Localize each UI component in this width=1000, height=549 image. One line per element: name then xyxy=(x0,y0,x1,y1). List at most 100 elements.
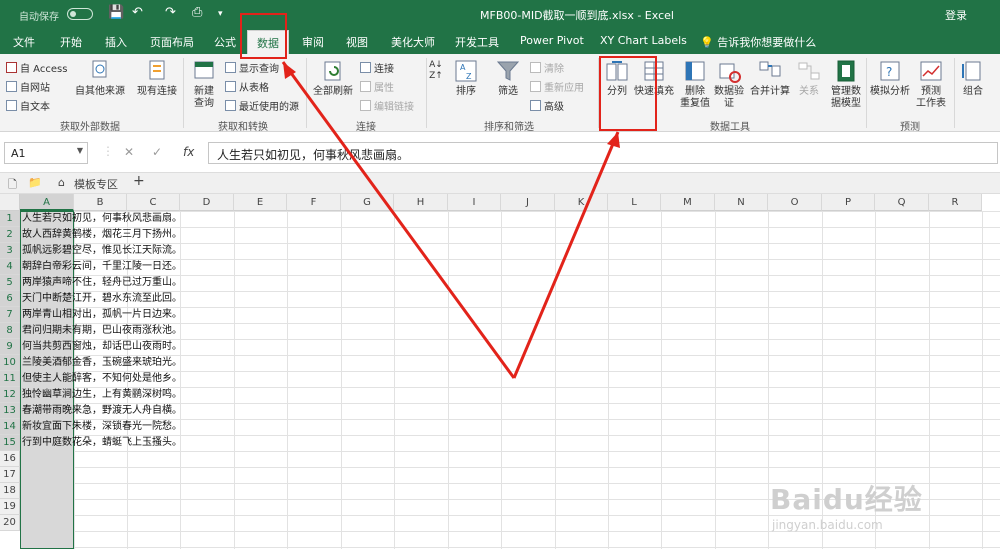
from-table-button[interactable]: 从表格 xyxy=(225,79,269,94)
cell-a10[interactable]: 兰陵美酒郁金香，玉碗盛来琥珀光。 xyxy=(22,355,182,371)
forecast-sheet-button[interactable]: 预测 工作表 xyxy=(912,58,950,110)
column-header-e[interactable]: E xyxy=(234,194,287,211)
column-header-c[interactable]: C xyxy=(127,194,180,211)
column-header-h[interactable]: H xyxy=(394,194,448,211)
customize-quick-access-icon[interactable]: ▾ xyxy=(218,9,223,19)
tab-file[interactable]: 文件 xyxy=(13,34,35,50)
row-header-8[interactable]: 8 xyxy=(0,323,20,339)
cell-a1[interactable]: 人生若只如初见，何事秋风悲画扇。 xyxy=(22,211,182,227)
formula-input[interactable]: 人生若只如初见，何事秋风悲画扇。 xyxy=(208,142,998,164)
existing-connections-button[interactable]: 现有连接 xyxy=(132,58,182,98)
row-header-1[interactable]: 1 xyxy=(0,211,20,227)
row-header-15[interactable]: 15 xyxy=(0,435,20,451)
tab-view[interactable]: 视图 xyxy=(346,34,368,50)
cell-a2[interactable]: 故人西辞黄鹤楼，烟花三月下扬州。 xyxy=(22,227,182,243)
column-header-m[interactable]: M xyxy=(661,194,715,211)
column-header-b[interactable]: B xyxy=(74,194,127,211)
save-icon[interactable]: 💾 xyxy=(108,5,124,20)
enter-icon[interactable]: ✓ xyxy=(152,145,162,159)
row-header-14[interactable]: 14 xyxy=(0,419,20,435)
sort-button[interactable]: AZ 排序 xyxy=(450,58,482,98)
from-other-sources-button[interactable]: 自其他来源 xyxy=(72,58,128,98)
new-file-icon[interactable]: 🗋 xyxy=(8,176,17,195)
cell-a15[interactable]: 行到中庭数花朵，蜻蜓飞上玉搔头。 xyxy=(22,435,182,451)
column-header-k[interactable]: K xyxy=(555,194,608,211)
row-header-11[interactable]: 11 xyxy=(0,371,20,387)
tab-beautify[interactable]: 美化大师 xyxy=(391,34,435,50)
row-header-3[interactable]: 3 xyxy=(0,243,20,259)
column-header-g[interactable]: G xyxy=(341,194,394,211)
row-header-20[interactable]: 20 xyxy=(0,515,20,531)
from-text-button[interactable]: 自文本 xyxy=(6,98,50,113)
row-header-7[interactable]: 7 xyxy=(0,307,20,323)
tab-power-pivot[interactable]: Power Pivot xyxy=(520,34,584,47)
connections-button[interactable]: 连接 xyxy=(360,60,394,75)
column-header-f[interactable]: F xyxy=(287,194,341,211)
cell-a7[interactable]: 两岸青山相对出，孤帆一片日边来。 xyxy=(22,307,182,323)
relationships-button[interactable]: 关系 xyxy=(794,58,824,98)
print-preview-icon[interactable]: ⎙ xyxy=(192,5,202,20)
cell-a3[interactable]: 孤帆远影碧空尽，惟见长江天际流。 xyxy=(22,243,182,259)
row-header-17[interactable]: 17 xyxy=(0,467,20,483)
column-header-r[interactable]: R xyxy=(929,194,982,211)
tab-page-layout[interactable]: 页面布局 xyxy=(150,34,194,50)
recent-sources-button[interactable]: 最近使用的源 xyxy=(225,98,299,113)
column-header-j[interactable]: J xyxy=(501,194,555,211)
row-header-10[interactable]: 10 xyxy=(0,355,20,371)
login-link[interactable]: 登录 xyxy=(945,7,967,23)
cell-a14[interactable]: 新妆宜面下朱楼，深锁春光一院愁。 xyxy=(22,419,182,435)
filter-button[interactable]: 筛选 xyxy=(492,58,524,98)
column-header-i[interactable]: I xyxy=(448,194,501,211)
row-header-6[interactable]: 6 xyxy=(0,291,20,307)
row-header-19[interactable]: 19 xyxy=(0,499,20,515)
manage-data-model-button[interactable]: 管理数 据模型 xyxy=(826,58,866,110)
from-access-button[interactable]: 自 Access xyxy=(6,60,67,75)
row-header-16[interactable]: 16 xyxy=(0,451,20,467)
edit-links-button[interactable]: 编辑链接 xyxy=(360,98,414,113)
flash-fill-button[interactable]: 快速填充 xyxy=(632,58,676,98)
consolidate-button[interactable]: 合并计算 xyxy=(748,58,792,98)
sort-az-button[interactable]: A↓ Z↑ xyxy=(428,60,444,82)
column-header-o[interactable]: O xyxy=(768,194,822,211)
tab-developer[interactable]: 开发工具 xyxy=(455,34,499,50)
add-tab-icon[interactable]: + xyxy=(133,173,145,189)
column-header-q[interactable]: Q xyxy=(875,194,929,211)
autosave-toggle[interactable] xyxy=(67,8,93,20)
cell-a11[interactable]: 但使主人能醉客，不知何处是他乡。 xyxy=(22,371,182,387)
data-validation-button[interactable]: 数据验 证 xyxy=(712,58,746,110)
column-header-a[interactable]: A xyxy=(20,194,74,211)
cell-a4[interactable]: 朝辞白帝彩云间，千里江陵一日还。 xyxy=(22,259,182,275)
tab-review[interactable]: 审阅 xyxy=(302,34,324,50)
row-header-18[interactable]: 18 xyxy=(0,483,20,499)
column-header-d[interactable]: D xyxy=(180,194,234,211)
cell-a5[interactable]: 两岸猿声啼不住，轻舟已过万重山。 xyxy=(22,275,182,291)
workbook-tab-template[interactable]: 模板专区 xyxy=(74,176,118,192)
group-outline-button[interactable]: 组合 xyxy=(958,58,988,98)
advanced-filter-button[interactable]: 高级 xyxy=(530,98,564,113)
new-query-button[interactable]: 新建 查询 xyxy=(186,58,222,110)
row-header-4[interactable]: 4 xyxy=(0,259,20,275)
row-header-13[interactable]: 13 xyxy=(0,403,20,419)
undo-icon[interactable]: ↶ xyxy=(132,5,143,20)
properties-button[interactable]: 属性 xyxy=(360,79,394,94)
what-if-analysis-button[interactable]: ? 模拟分析 xyxy=(868,58,912,98)
row-header-9[interactable]: 9 xyxy=(0,339,20,355)
tab-home[interactable]: 开始 xyxy=(60,34,82,50)
cell-a8[interactable]: 君问归期未有期，巴山夜雨涨秋池。 xyxy=(22,323,182,339)
tell-me-box[interactable]: 💡 告诉我你想要做什么 xyxy=(700,34,816,50)
from-web-button[interactable]: 自网站 xyxy=(6,79,50,94)
chevron-down-icon[interactable]: ▼ xyxy=(77,146,83,155)
row-header-12[interactable]: 12 xyxy=(0,387,20,403)
show-queries-button[interactable]: 显示查询 xyxy=(225,60,279,75)
tab-data[interactable]: 数据 xyxy=(247,30,289,54)
reapply-button[interactable]: 重新应用 xyxy=(530,79,584,94)
cell-a6[interactable]: 天门中断楚江开，碧水东流至此回。 xyxy=(22,291,182,307)
insert-function-button[interactable]: fx xyxy=(183,145,194,159)
cancel-icon[interactable]: ✕ xyxy=(124,145,134,159)
refresh-all-button[interactable]: 全部刷新 xyxy=(310,58,356,98)
name-box[interactable]: A1 ▼ xyxy=(4,142,88,164)
open-folder-icon[interactable]: 📁 xyxy=(28,176,42,189)
text-to-columns-button[interactable]: 分列 xyxy=(602,58,632,98)
remove-duplicates-button[interactable]: 删除 重复值 xyxy=(678,58,712,110)
tab-insert[interactable]: 插入 xyxy=(105,34,127,50)
